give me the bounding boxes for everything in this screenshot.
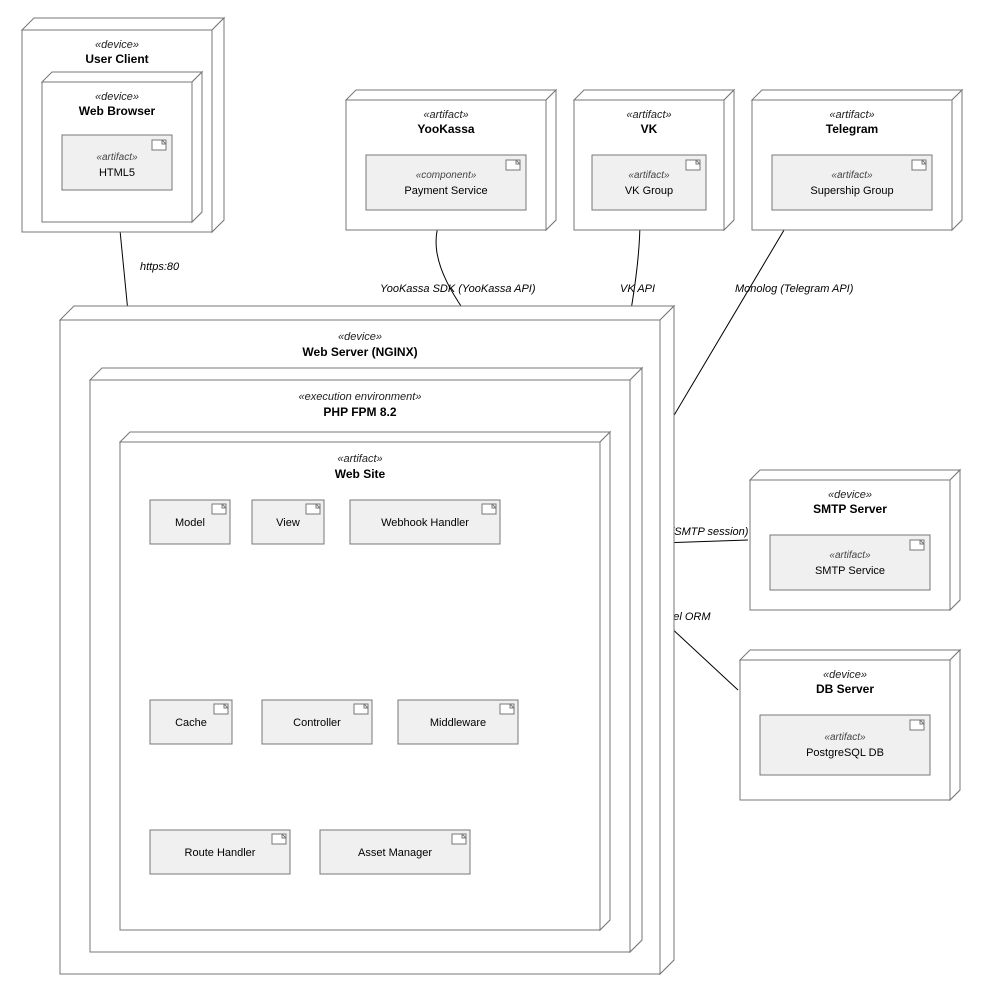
artifact-icon [686, 160, 700, 170]
node-user-client: «device» User Client «device» Web Browse… [22, 18, 224, 232]
node-web-server: «device» Web Server (NGINX) «execution e… [60, 306, 674, 974]
postgres-name: PostgreSQL DB [806, 747, 884, 759]
html5-name: HTML5 [99, 167, 135, 179]
web-server-name: Web Server (NGINX) [302, 345, 417, 359]
web-site-name: Web Site [335, 467, 386, 481]
edge-vkapi-label: VK API [620, 283, 655, 295]
telegram-name: Telegram [826, 122, 878, 136]
node-db-server: «device» DB Server «artifact» PostgreSQL… [740, 650, 960, 800]
node-web-browser: «device» Web Browser «artifact» HTML5 [42, 72, 202, 222]
artifact-icon [272, 834, 286, 844]
vk-name: VK [641, 122, 658, 136]
artifact-html5: «artifact» HTML5 [62, 135, 172, 190]
deployment-diagram: https:80 YooKassa SDK (YooKassa API) VK … [0, 0, 1004, 1006]
supership-name: Supership Group [810, 185, 893, 197]
artifact-postgresql: «artifact» PostgreSQL DB [760, 715, 930, 775]
artifact-icon [306, 504, 320, 514]
smtp-service-stereotype: «artifact» [829, 550, 871, 561]
node-yookassa: «artifact» YooKassa «component» Payment … [346, 90, 556, 230]
artifact-icon [910, 720, 924, 730]
vk-group-stereotype: «artifact» [628, 170, 670, 181]
artifact-icon [354, 704, 368, 714]
artifact-icon [910, 540, 924, 550]
asset-manager-name: Asset Manager [358, 847, 432, 859]
route-handler-name: Route Handler [185, 847, 256, 859]
cache-name: Cache [175, 717, 207, 729]
artifact-model: Model [150, 500, 230, 544]
artifact-smtp-service: «artifact» SMTP Service [770, 535, 930, 590]
html5-stereotype: «artifact» [96, 152, 138, 163]
db-server-stereotype: «device» [823, 669, 867, 681]
yookassa-stereotype: «artifact» [423, 109, 468, 121]
node-vk: «artifact» VK «artifact» VK Group [574, 90, 734, 230]
db-server-name: DB Server [816, 682, 874, 696]
artifact-asset-manager: Asset Manager [320, 830, 470, 874]
node-smtp-server: «device» SMTP Server «artifact» SMTP Ser… [750, 470, 960, 610]
web-browser-stereotype: «device» [95, 91, 139, 103]
payment-service-name: Payment Service [404, 185, 487, 197]
artifact-icon [482, 504, 496, 514]
artifact-icon [912, 160, 926, 170]
web-site-stereotype: «artifact» [337, 453, 382, 465]
payment-service-stereotype: «component» [416, 170, 477, 181]
webhook-name: Webhook Handler [381, 517, 469, 529]
node-php-fpm: «execution environment» PHP FPM 8.2 «art… [90, 368, 642, 952]
artifact-supership: «artifact» Supership Group [772, 155, 932, 210]
postgres-stereotype: «artifact» [824, 732, 866, 743]
edge-https-label: https:80 [140, 261, 180, 273]
edge-monolog-label: Monolog (Telegram API) [735, 283, 854, 295]
user-client-name: User Client [85, 52, 148, 66]
artifact-route-handler: Route Handler [150, 830, 290, 874]
artifact-icon [500, 704, 514, 714]
component-payment-service: «component» Payment Service [366, 155, 526, 210]
smtp-server-stereotype: «device» [828, 489, 872, 501]
edge-yookassa-label: YooKassa SDK (YooKassa API) [380, 283, 536, 295]
php-fpm-name: PHP FPM 8.2 [323, 405, 396, 419]
artifact-icon [212, 504, 226, 514]
artifact-icon [214, 704, 228, 714]
web-server-stereotype: «device» [338, 331, 382, 343]
yookassa-name: YooKassa [417, 122, 474, 136]
artifact-controller: Controller [262, 700, 372, 744]
web-browser-name: Web Browser [79, 104, 156, 118]
controller-name: Controller [293, 717, 341, 729]
artifact-icon [506, 160, 520, 170]
artifact-cache: Cache [150, 700, 232, 744]
telegram-stereotype: «artifact» [829, 109, 874, 121]
artifact-middleware: Middleware [398, 700, 518, 744]
supership-stereotype: «artifact» [831, 170, 873, 181]
vk-group-name: VK Group [625, 185, 673, 197]
node-telegram: «artifact» Telegram «artifact» Supership… [752, 90, 962, 230]
artifact-webhook-handler: Webhook Handler [350, 500, 500, 544]
middleware-name: Middleware [430, 717, 486, 729]
user-client-stereotype: «device» [95, 39, 139, 51]
artifact-icon [152, 140, 166, 150]
artifact-vk-group: «artifact» VK Group [592, 155, 706, 210]
artifact-icon [452, 834, 466, 844]
vk-stereotype: «artifact» [626, 109, 671, 121]
artifact-view: View [252, 500, 324, 544]
model-name: Model [175, 517, 205, 529]
view-name: View [276, 517, 300, 529]
smtp-server-name: SMTP Server [813, 502, 887, 516]
smtp-service-name: SMTP Service [815, 565, 885, 577]
php-fpm-stereotype: «execution environment» [299, 391, 422, 403]
node-web-site: «artifact» Web Site Model View Webhook H… [120, 432, 610, 930]
